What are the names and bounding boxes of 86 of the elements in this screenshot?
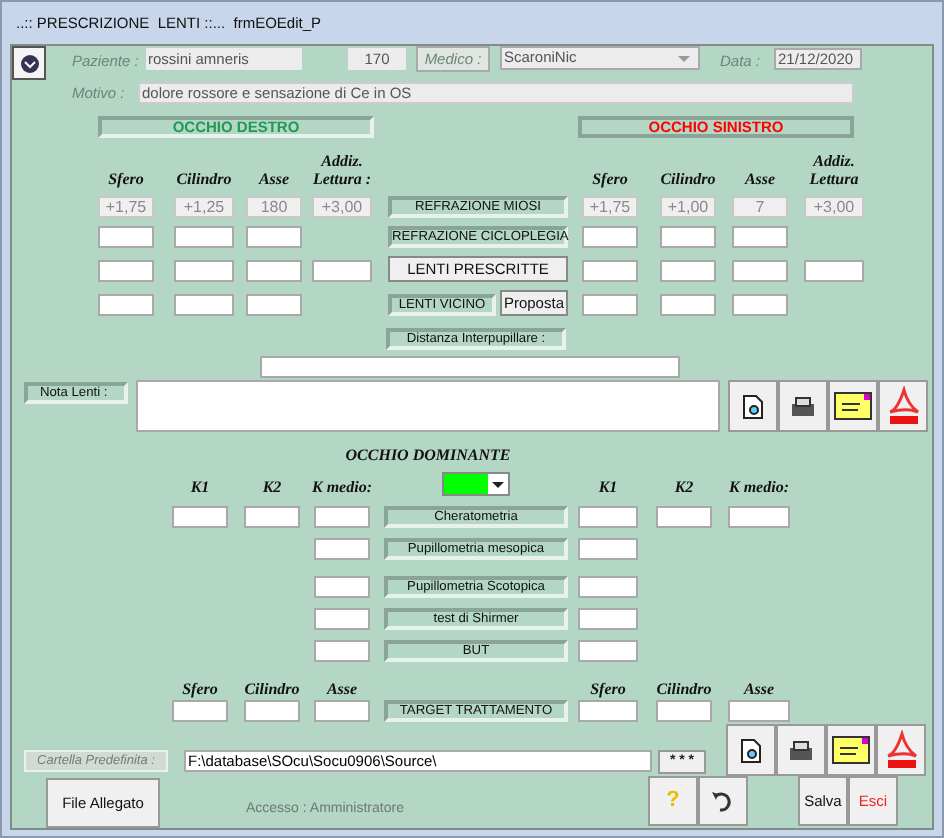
input-field[interactable] [578,640,638,662]
column-header: K2 [262,480,282,496]
interpupillary-distance-field[interactable] [260,356,680,379]
column-header: Asse [744,170,776,189]
input-field[interactable] [660,226,716,249]
input-field[interactable] [314,506,370,528]
input-field[interactable] [174,260,234,283]
input-field[interactable] [728,506,790,528]
note-button[interactable] [826,724,876,776]
input-field[interactable] [314,538,370,560]
input-field[interactable] [174,226,234,249]
column-header: K2 [674,480,694,496]
input-field[interactable] [578,538,638,560]
column-header: K medio: [312,480,372,496]
pdf-button[interactable] [878,380,928,433]
input-field[interactable] [578,576,638,598]
dominant-eye-title: OCCHIO DOMINANTE [343,448,513,465]
note-icon [832,736,870,764]
undo-button[interactable] [697,776,748,826]
input-field[interactable] [314,640,370,662]
input-field[interactable] [728,700,790,722]
input-field[interactable] [656,700,712,722]
input-field[interactable] [578,608,638,630]
record-selector-button[interactable] [12,46,46,80]
input-field[interactable] [660,260,716,283]
input-field[interactable] [246,260,302,283]
input-field[interactable] [246,294,302,317]
print-button[interactable] [778,380,828,433]
input-field[interactable] [660,294,716,317]
input-field[interactable] [732,260,788,283]
input-field[interactable] [98,260,154,283]
pdf-button[interactable] [876,724,926,776]
input-field[interactable] [174,294,234,317]
column-header: Asse [326,682,358,698]
input-field[interactable] [244,700,300,722]
column-header: Sfero [592,170,628,189]
pdf-icon [885,386,921,427]
column-header: K medio: [729,480,789,496]
printer-icon [788,739,814,761]
column-header: Sfero [590,682,626,698]
dropdown-arrow-icon [490,476,506,492]
input-field[interactable] [732,294,788,317]
print-preview-button[interactable] [728,380,778,433]
magnifier-page-icon [740,737,762,763]
input-field[interactable] [656,506,712,528]
column-header: Cilindro [656,682,712,698]
column-header: Addiz. Lettura [807,152,861,189]
note-button[interactable] [828,380,878,433]
input-field[interactable] [314,576,370,598]
column-header: K1 [190,480,210,496]
input-field[interactable] [172,700,228,722]
column-header: Asse [258,170,290,189]
column-header: Cilindro [176,170,232,189]
input-field[interactable] [804,260,864,283]
input-field[interactable] [246,226,302,249]
undo-arrow-icon [710,789,735,813]
input-field[interactable] [314,608,370,630]
magnifier-page-icon [742,393,764,420]
input-field[interactable] [244,506,300,528]
note-icon [834,392,872,421]
input-field[interactable] [314,700,370,722]
notes-field[interactable] [136,380,720,433]
input-field[interactable] [172,506,228,528]
input-field[interactable] [578,506,638,528]
input-field[interactable] [732,226,788,249]
input-field[interactable] [578,700,638,722]
column-header: Cilindro [660,170,716,189]
input-field[interactable] [98,294,154,317]
input-field[interactable] [582,294,638,317]
dropdown-arrow-icon [676,50,692,66]
chevron-down-icon [19,53,39,73]
input-field[interactable] [98,226,154,249]
input-field[interactable] [582,260,638,283]
column-header: Asse [743,682,775,698]
pdf-icon [883,730,919,770]
column-header: Sfero [182,682,218,698]
column-header: Cilindro [244,682,300,698]
print-button[interactable] [776,724,826,776]
input-field[interactable] [312,260,372,283]
column-header: Addiz. Lettura : [312,152,372,189]
dominant-eye-dropdown[interactable] [442,472,510,496]
printer-icon [790,395,816,418]
column-header: Sfero [108,170,144,189]
input-field[interactable] [582,226,638,249]
column-header: K1 [598,480,618,496]
print-preview-button[interactable] [726,724,776,776]
